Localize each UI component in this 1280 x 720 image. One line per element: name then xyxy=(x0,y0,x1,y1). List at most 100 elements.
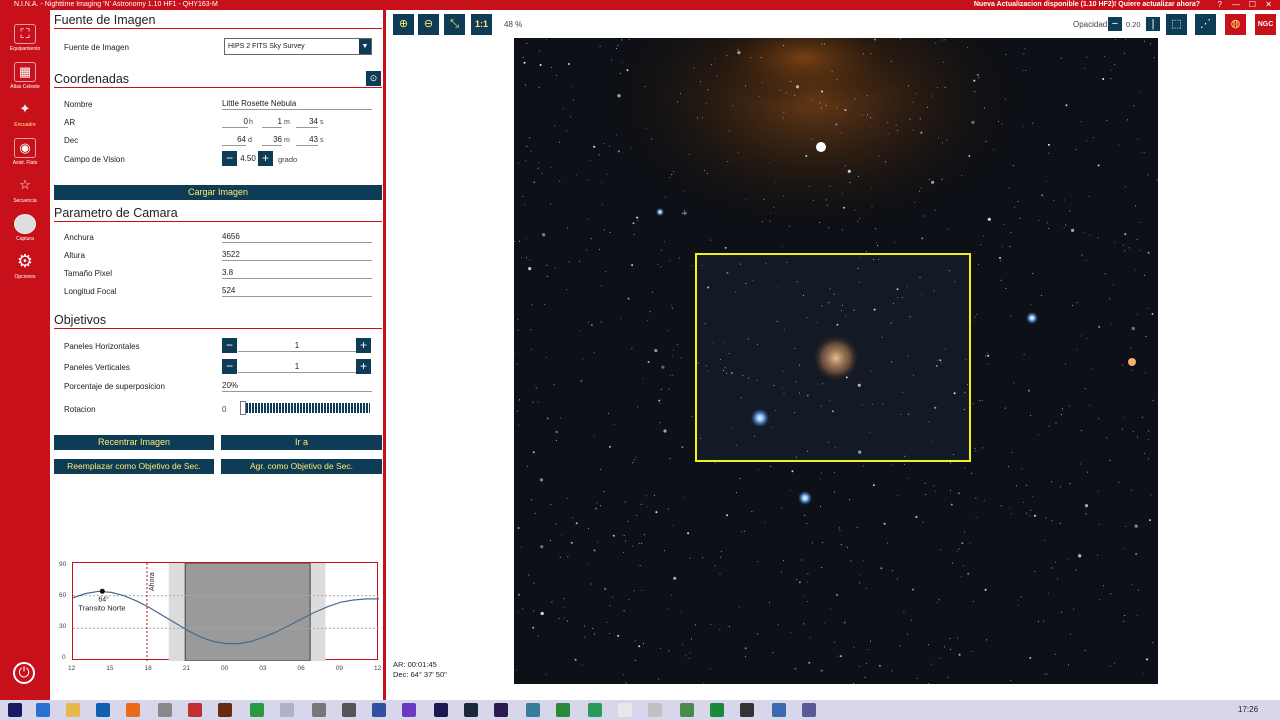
star xyxy=(962,565,964,566)
star xyxy=(1130,489,1132,491)
sidebar-item-options[interactable]: ⚙ Opciones xyxy=(0,250,50,286)
app-icon[interactable] xyxy=(740,703,754,717)
app-icon[interactable] xyxy=(588,703,602,717)
star xyxy=(847,169,851,173)
fit-icon[interactable]: ⤡ xyxy=(444,14,465,35)
zoom-in-icon[interactable]: ⊕ xyxy=(393,14,414,35)
star xyxy=(1008,466,1009,467)
windows-start-icon[interactable] xyxy=(8,703,22,717)
constellation-boundary-icon[interactable]: ⬚ xyxy=(1166,14,1187,35)
app-icon[interactable] xyxy=(188,703,202,717)
hpanels-increase-button[interactable]: + xyxy=(356,338,371,353)
power-icon[interactable]: ⏻ xyxy=(13,662,35,684)
height-field[interactable]: 3522 xyxy=(222,249,372,261)
lightroom-icon[interactable] xyxy=(464,703,478,717)
overlap-field[interactable]: 20% xyxy=(222,380,372,392)
star xyxy=(625,540,627,542)
opacity-decrease-button[interactable]: − xyxy=(1108,17,1122,31)
app-icon[interactable] xyxy=(772,703,786,717)
framing-rectangle[interactable] xyxy=(695,253,971,462)
goto-button[interactable]: Ir a xyxy=(221,435,382,450)
app-icon[interactable] xyxy=(648,703,662,717)
star xyxy=(1063,199,1065,201)
recenter-image-button[interactable]: Recentrar Imagen xyxy=(54,435,214,450)
target-name-field[interactable]: Little Rosette Nebula xyxy=(222,98,372,110)
hpanels-decrease-button[interactable]: − xyxy=(222,338,237,353)
star xyxy=(1024,47,1026,49)
rotation-slider[interactable] xyxy=(240,401,370,415)
app-icon[interactable] xyxy=(312,703,326,717)
ngc-button[interactable]: NGC xyxy=(1255,14,1276,35)
app-icon[interactable] xyxy=(680,703,694,717)
star xyxy=(555,439,557,441)
firefox-icon[interactable] xyxy=(126,703,140,717)
fov-decrease-button[interactable]: − xyxy=(222,151,237,166)
pixel-size-field[interactable]: 3.8 xyxy=(222,267,372,279)
width-field[interactable]: 4656 xyxy=(222,231,372,243)
app-icon[interactable] xyxy=(280,703,294,717)
fov-field[interactable]: 4.50 xyxy=(238,153,258,165)
app-icon[interactable] xyxy=(556,703,570,717)
star xyxy=(1147,251,1150,254)
dec-seconds-field[interactable]: 43 xyxy=(296,134,318,146)
opacity-value[interactable]: 0.20 xyxy=(1126,20,1141,29)
vpanels-increase-button[interactable]: + xyxy=(356,359,371,374)
outlook-icon[interactable] xyxy=(96,703,110,717)
star xyxy=(928,179,930,181)
close-button[interactable]: ✕ xyxy=(1265,0,1272,10)
app-icon[interactable] xyxy=(158,703,172,717)
load-image-button[interactable]: Cargar Imagen xyxy=(54,185,382,200)
sidebar-item-equipment[interactable]: ⛶ Equipamiento xyxy=(0,22,50,58)
image-source-select[interactable]: HIPS 2 FITS Sky Survey ▼ xyxy=(224,38,372,55)
app-icon[interactable] xyxy=(526,703,540,717)
grid-globe-icon[interactable]: ◍ xyxy=(1225,14,1246,35)
nina-icon[interactable] xyxy=(802,703,816,717)
explorer-icon[interactable] xyxy=(66,703,80,717)
app-icon[interactable] xyxy=(402,703,416,717)
update-notice[interactable]: Nueva Actualizacion disponible (1.10 HF2… xyxy=(974,0,1200,10)
location-pin-icon[interactable]: ⊙ xyxy=(366,71,381,86)
photoshop-icon[interactable] xyxy=(434,703,448,717)
maximize-button[interactable]: ☐ xyxy=(1249,0,1256,10)
sky-survey-image[interactable] xyxy=(514,38,1158,684)
fov-increase-button[interactable]: + xyxy=(258,151,273,166)
sidebar-item-atlas[interactable]: ▦ Atlas Celeste xyxy=(0,60,50,96)
dec-minutes-field[interactable]: 36 xyxy=(262,134,282,146)
focal-length-field[interactable]: 524 xyxy=(222,285,372,297)
star xyxy=(1128,247,1130,249)
app-icon[interactable] xyxy=(342,703,356,717)
sidebar-item-flats[interactable]: ◉ Asist. Flats xyxy=(0,136,50,172)
one-to-one-button[interactable]: 1:1 xyxy=(471,14,492,35)
dec-degrees-field[interactable]: 64 xyxy=(222,134,246,146)
framing-toolbar: ⊕ ⊖ ⤡ 1:1 48 % Opacidad − 0.20 | ⬚ ⋰ ◍ N… xyxy=(389,10,1280,38)
opacity-increase-button[interactable]: | xyxy=(1146,17,1160,31)
vpanels-field[interactable]: 1 xyxy=(238,361,356,373)
help-button[interactable]: ? xyxy=(1218,0,1222,10)
star xyxy=(1013,382,1015,384)
star xyxy=(1073,608,1075,610)
app-icon[interactable] xyxy=(710,703,724,717)
slider-thumb[interactable] xyxy=(240,401,246,415)
star xyxy=(515,669,517,671)
add-target-button[interactable]: Agr. como Objetivo de Sec. xyxy=(221,459,382,474)
sidebar-item-sequence[interactable]: ☆ Secuencia xyxy=(0,174,50,210)
vpanels-decrease-button[interactable]: − xyxy=(222,359,237,374)
star xyxy=(840,655,842,658)
ra-minutes-field[interactable]: 1 xyxy=(262,116,282,128)
hpanels-field[interactable]: 1 xyxy=(238,340,356,352)
app-icon[interactable] xyxy=(618,703,632,717)
app-icon[interactable] xyxy=(218,703,232,717)
minimize-button[interactable]: — xyxy=(1232,0,1240,10)
constellation-lines-icon[interactable]: ⋰ xyxy=(1195,14,1216,35)
edge-icon[interactable] xyxy=(36,703,50,717)
replace-target-button[interactable]: Reemplazar como Objetivo de Sec. xyxy=(54,459,214,474)
zoom-out-icon[interactable]: ⊖ xyxy=(418,14,439,35)
app-icon[interactable] xyxy=(250,703,264,717)
sidebar-item-capture[interactable]: Captura xyxy=(0,212,50,248)
star xyxy=(947,228,949,230)
app-icon[interactable] xyxy=(372,703,386,717)
sidebar-item-framing[interactable]: ✦ Encuadre xyxy=(0,98,50,134)
ra-seconds-field[interactable]: 34 xyxy=(296,116,318,128)
premiere-icon[interactable] xyxy=(494,703,508,717)
ra-hours-field[interactable]: 0 xyxy=(222,116,248,128)
